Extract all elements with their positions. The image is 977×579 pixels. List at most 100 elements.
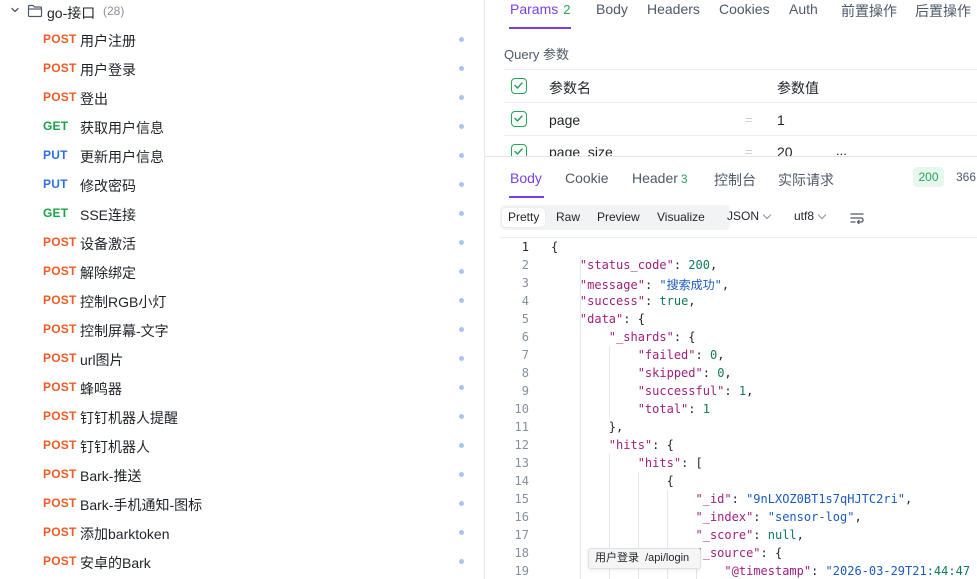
mode-preview[interactable]: Preview	[591, 208, 646, 227]
format-select[interactable]: JSON	[727, 209, 772, 223]
http-method-badge: POST	[43, 496, 77, 510]
http-method-badge: POST	[43, 525, 77, 539]
response-tab-body[interactable]: Body	[510, 170, 542, 186]
response-header-badge: 3	[680, 172, 688, 186]
api-item[interactable]: POST 设备激活	[0, 228, 484, 257]
code-line: },	[551, 420, 624, 434]
mode-pretty[interactable]: Pretty	[502, 208, 546, 227]
code-line: "_shards": {	[608, 330, 696, 344]
api-tree-panel: go-接口 (28) POST 用户注册 POST 用户登录 POST 登出 GET 获取用户…	[0, 0, 484, 579]
line-number: 6	[521, 330, 529, 344]
status-dot-icon	[459, 182, 464, 187]
tooltip-name: 用户登录	[595, 552, 639, 564]
equals-icon: =	[745, 144, 753, 156]
encoding-select[interactable]: utf8	[794, 209, 827, 223]
column-header-value: 参数值	[777, 80, 819, 96]
http-method-badge: POST	[43, 264, 77, 278]
api-item[interactable]: POST Bark-手机通知-图标	[0, 489, 484, 518]
http-method-badge: POST	[43, 351, 77, 365]
check-icon	[514, 115, 523, 122]
folder-count: (28)	[103, 4, 125, 18]
request-panel: Params 2 Body Headers Cookies Auth 前置操作 后…	[485, 0, 977, 579]
code-line: "_id": "9nLXOZ0BT1s7qHJTC2ri",	[695, 492, 913, 506]
api-name: 用户注册	[80, 33, 136, 49]
api-item[interactable]: POST Bark-推送	[0, 460, 484, 489]
tab-headers[interactable]: Headers	[647, 1, 700, 17]
api-item[interactable]: POST 钉钉机器人	[0, 431, 484, 460]
response-tab-console[interactable]: 控制台	[714, 170, 756, 190]
response-tab-header[interactable]: Header 3	[632, 170, 688, 186]
tab-params-label: Params	[510, 1, 559, 17]
api-item[interactable]: POST 控制RGB小灯	[0, 286, 484, 315]
tab-params[interactable]: Params 2	[510, 1, 570, 17]
param-checkbox[interactable]	[511, 111, 527, 127]
tab-body[interactable]: Body	[596, 1, 628, 17]
http-method-badge: GET	[43, 119, 69, 133]
api-item[interactable]: GET SSE连接	[0, 199, 484, 228]
status-dot-icon	[459, 356, 464, 361]
folder-row[interactable]: go-接口 (28)	[0, 0, 484, 24]
http-method-badge: PUT	[43, 148, 68, 162]
api-item[interactable]: POST 安卓的Bark	[0, 547, 484, 576]
response-tab-header-label: Header	[632, 170, 678, 186]
api-name: 控制RGB小灯	[80, 294, 167, 310]
word-wrap-icon[interactable]	[849, 211, 865, 225]
http-method-badge: POST	[43, 438, 77, 452]
api-item[interactable]: POST 蜂鸣器	[0, 373, 484, 402]
mode-visualize[interactable]: Visualize	[651, 208, 711, 227]
response-size: 366	[956, 170, 977, 184]
split-divider[interactable]	[485, 156, 977, 157]
view-mode-switcher: Pretty Raw Preview Visualize	[500, 205, 730, 230]
api-item[interactable]: POST url图片	[0, 344, 484, 373]
line-number: 10	[514, 402, 529, 416]
api-item[interactable]: PUT 修改密码	[0, 170, 484, 199]
line-number: 18	[514, 546, 529, 560]
status-dot-icon	[459, 37, 464, 42]
api-item[interactable]: POST 解除绑定	[0, 257, 484, 286]
line-number: 12	[514, 438, 529, 452]
api-name: 获取用户信息	[80, 120, 164, 136]
query-params-title: Query 参数	[504, 47, 570, 62]
tab-cookies[interactable]: Cookies	[719, 1, 770, 17]
param-value[interactable]: 1	[777, 112, 785, 128]
tab-auth[interactable]: Auth	[789, 1, 818, 17]
api-name: 修改密码	[80, 178, 136, 194]
response-tab-cookie[interactable]: Cookie	[565, 170, 609, 186]
line-number: 11	[514, 420, 529, 434]
http-method-badge: POST	[43, 61, 77, 75]
api-name: 蜂鸣器	[80, 381, 122, 397]
param-value[interactable]: 20	[777, 144, 793, 156]
api-name: 登出	[80, 91, 108, 107]
api-item[interactable]: POST 登出	[0, 83, 484, 112]
status-dot-icon	[459, 559, 464, 564]
response-body-viewer[interactable]: 1 {2 "status_code": 200, 3 "message": "搜索成…	[485, 238, 977, 579]
code-line: "hits": [	[637, 456, 703, 470]
status-dot-icon	[459, 66, 464, 71]
api-item[interactable]: PUT 更新用户信息	[0, 141, 484, 170]
response-tab-actual-request[interactable]: 实际请求	[778, 170, 834, 190]
api-item[interactable]: POST 控制屏幕-文字	[0, 315, 484, 344]
param-name[interactable]: page	[549, 112, 580, 128]
api-tooltip: 用户登录 /api/login	[588, 548, 701, 569]
status-dot-icon	[459, 124, 464, 129]
select-all-checkbox[interactable]	[511, 78, 527, 94]
chevron-down-icon[interactable]	[10, 5, 20, 15]
api-name: 添加barktoken	[80, 526, 170, 542]
param-name[interactable]: page_size	[549, 144, 613, 156]
mode-raw[interactable]: Raw	[550, 208, 586, 227]
api-item[interactable]: GET 获取用户信息	[0, 112, 484, 141]
status-dot-icon	[459, 530, 464, 535]
status-code-badge: 200	[913, 167, 944, 187]
api-item[interactable]: POST 添加barktoken	[0, 518, 484, 547]
active-tab-indicator	[509, 27, 571, 29]
param-checkbox[interactable]	[511, 144, 527, 156]
api-item[interactable]: POST 用户登录	[0, 54, 484, 83]
tab-post-operations[interactable]: 后置操作	[915, 1, 971, 21]
status-dot-icon	[459, 298, 464, 303]
request-tabs: Params 2 Body Headers Cookies Auth 前置操作 后…	[485, 0, 977, 30]
code-line: "failed": 0,	[637, 348, 725, 362]
api-item[interactable]: POST 用户注册	[0, 25, 484, 54]
api-item[interactable]: POST 钉钉机器人提醒	[0, 402, 484, 431]
tab-pre-operations[interactable]: 前置操作	[841, 1, 897, 21]
status-dot-icon	[459, 443, 464, 448]
